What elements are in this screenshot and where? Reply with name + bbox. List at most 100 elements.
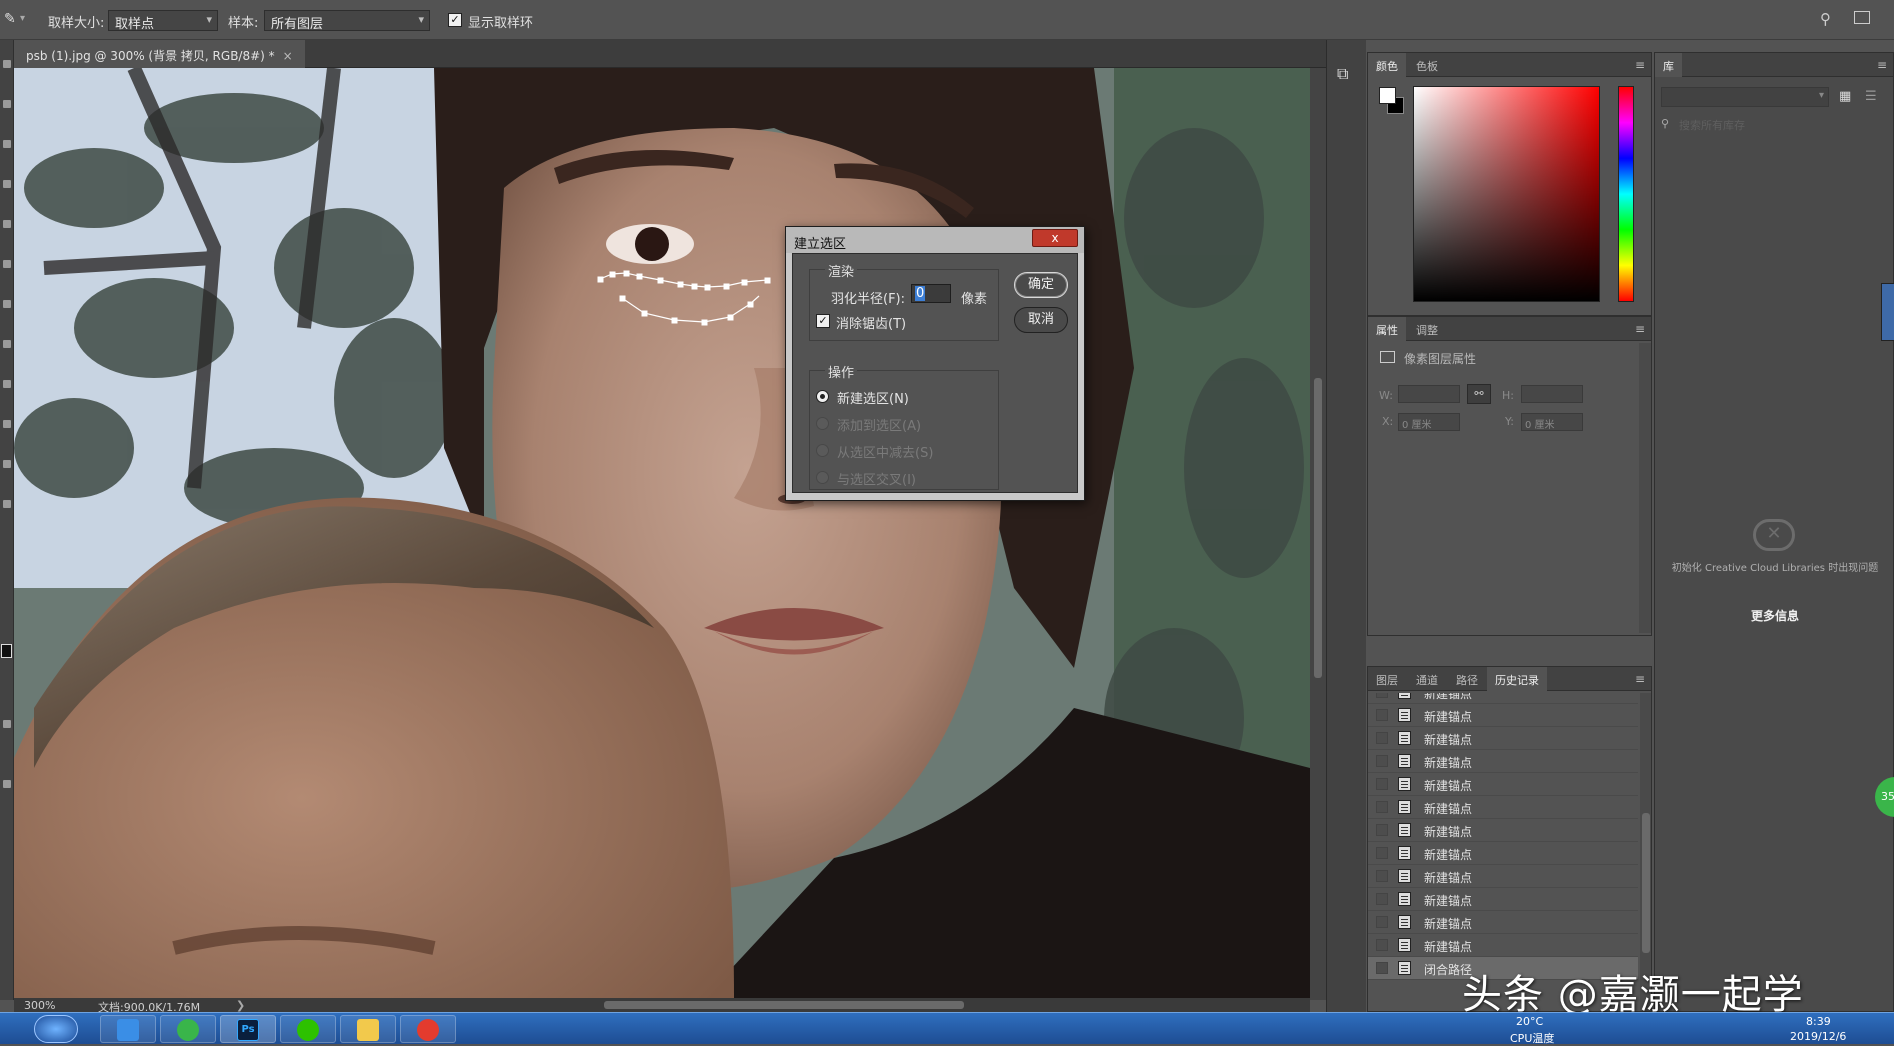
tool-icon[interactable] bbox=[3, 140, 11, 148]
history-brush-checkbox[interactable] bbox=[1376, 847, 1388, 859]
panel-scrollbar[interactable] bbox=[1639, 343, 1651, 633]
badge-bubble[interactable]: 35 bbox=[1875, 777, 1894, 817]
history-item[interactable]: 新建锚点 bbox=[1368, 934, 1638, 957]
tab-library[interactable]: 库 bbox=[1655, 53, 1682, 77]
tool-icon[interactable] bbox=[3, 500, 11, 508]
tab-properties[interactable]: 属性 bbox=[1368, 317, 1406, 341]
history-brush-checkbox[interactable] bbox=[1376, 693, 1388, 698]
history-brush-checkbox[interactable] bbox=[1376, 824, 1388, 836]
grid-view-icon[interactable]: ▦ bbox=[1839, 89, 1851, 104]
history-brush-checkbox[interactable] bbox=[1376, 801, 1388, 813]
start-button[interactable] bbox=[34, 1015, 78, 1043]
history-item[interactable]: 新建锚点 bbox=[1368, 773, 1638, 796]
history-brush-checkbox[interactable] bbox=[1376, 778, 1388, 790]
scrollbar-thumb[interactable] bbox=[1314, 378, 1322, 678]
ok-button[interactable]: 确定 bbox=[1014, 272, 1068, 298]
history-item[interactable]: 新建锚点 bbox=[1368, 819, 1638, 842]
foreground-color-swatch[interactable] bbox=[1379, 87, 1396, 104]
color-field[interactable] bbox=[1413, 86, 1600, 302]
y-field[interactable]: 0 厘米 bbox=[1521, 413, 1583, 431]
panel-menu-icon[interactable]: ≡ bbox=[1635, 58, 1645, 72]
tool-icon[interactable] bbox=[3, 260, 11, 268]
zoom-level[interactable]: 300% bbox=[24, 999, 55, 1012]
tool-preset-chevron-icon[interactable]: ▾ bbox=[20, 13, 25, 24]
workspace-icon[interactable] bbox=[1854, 11, 1870, 24]
link-icon[interactable]: ⚯ bbox=[1467, 384, 1491, 404]
sample-size-select[interactable]: 取样点 ▾ bbox=[108, 10, 218, 32]
tool-icon[interactable] bbox=[3, 300, 11, 308]
taskbar-photoshop-button[interactable]: Ps bbox=[220, 1015, 276, 1043]
history-brush-checkbox[interactable] bbox=[1376, 893, 1388, 905]
layer-comps-icon[interactable]: ⧉ bbox=[1337, 64, 1348, 84]
new-selection-radio[interactable] bbox=[816, 390, 829, 403]
panel-menu-icon[interactable]: ≡ bbox=[1635, 322, 1645, 336]
tool-icon[interactable] bbox=[3, 380, 11, 388]
canvas[interactable] bbox=[14, 68, 1310, 998]
history-item[interactable]: 新建锚点 bbox=[1368, 911, 1638, 934]
antialias-checkbox[interactable]: ✓ bbox=[816, 314, 830, 328]
history-brush-checkbox[interactable] bbox=[1376, 962, 1388, 974]
panel-menu-icon[interactable]: ≡ bbox=[1635, 672, 1645, 686]
clock-date[interactable]: 2019/12/6 bbox=[1790, 1030, 1846, 1043]
tab-color[interactable]: 颜色 bbox=[1368, 53, 1406, 77]
library-search-input[interactable]: 搜索所有库存 bbox=[1679, 117, 1745, 133]
history-item[interactable]: 新建锚点 bbox=[1368, 704, 1638, 727]
vertical-scrollbar[interactable] bbox=[1310, 68, 1326, 1000]
history-brush-checkbox[interactable] bbox=[1376, 709, 1388, 721]
show-ring-checkbox[interactable]: ✓ bbox=[448, 13, 462, 27]
tool-icon[interactable] bbox=[3, 220, 11, 228]
tab-paths[interactable]: 路径 bbox=[1448, 667, 1486, 691]
taskbar-app-button[interactable] bbox=[340, 1015, 396, 1043]
clock-time[interactable]: 8:39 bbox=[1806, 1015, 1831, 1028]
tool-icon[interactable] bbox=[3, 780, 11, 788]
tool-icon[interactable] bbox=[3, 100, 11, 108]
history-item[interactable]: 新建锚点 bbox=[1368, 693, 1638, 704]
hue-slider[interactable] bbox=[1618, 86, 1634, 302]
history-brush-checkbox[interactable] bbox=[1376, 732, 1388, 744]
tool-icon[interactable] bbox=[3, 720, 11, 728]
history-brush-checkbox[interactable] bbox=[1376, 939, 1388, 951]
tool-icon[interactable] bbox=[3, 60, 11, 68]
history-brush-checkbox[interactable] bbox=[1376, 916, 1388, 928]
history-item[interactable]: 新建锚点 bbox=[1368, 842, 1638, 865]
foreground-color-swatch[interactable] bbox=[1, 644, 12, 658]
eyedropper-tool-icon[interactable]: ✎ bbox=[4, 11, 16, 27]
history-item[interactable]: 新建锚点 bbox=[1368, 727, 1638, 750]
width-field[interactable] bbox=[1398, 385, 1460, 403]
height-field[interactable] bbox=[1521, 385, 1583, 403]
taskbar-app-button[interactable] bbox=[280, 1015, 336, 1043]
library-select[interactable]: ▾ bbox=[1661, 87, 1829, 107]
sample-select[interactable]: 所有图层 ▾ bbox=[264, 10, 430, 32]
cancel-button[interactable]: 取消 bbox=[1014, 307, 1068, 333]
taskbar-app-button[interactable] bbox=[400, 1015, 456, 1043]
scrollbar-thumb[interactable] bbox=[1642, 813, 1650, 953]
more-info-link[interactable]: 更多信息 bbox=[1669, 607, 1881, 624]
history-brush-checkbox[interactable] bbox=[1376, 755, 1388, 767]
tool-icon[interactable] bbox=[3, 460, 11, 468]
dialog-titlebar[interactable]: 建立选区 x bbox=[786, 227, 1084, 253]
tab-history[interactable]: 历史记录 bbox=[1487, 667, 1547, 691]
history-item[interactable]: 新建锚点 bbox=[1368, 750, 1638, 773]
close-icon[interactable]: × bbox=[283, 49, 293, 63]
tool-icon[interactable] bbox=[3, 340, 11, 348]
status-arrow-icon[interactable]: ❯ bbox=[236, 999, 245, 1012]
tool-icon[interactable] bbox=[3, 180, 11, 188]
history-brush-checkbox[interactable] bbox=[1376, 870, 1388, 882]
tab-channels[interactable]: 通道 bbox=[1408, 667, 1446, 691]
history-item[interactable]: 新建锚点 bbox=[1368, 865, 1638, 888]
dialog-close-button[interactable]: x bbox=[1032, 229, 1078, 247]
x-field[interactable]: 0 厘米 bbox=[1398, 413, 1460, 431]
side-tab[interactable] bbox=[1881, 283, 1894, 341]
taskbar-app-button[interactable] bbox=[100, 1015, 156, 1043]
tool-icon[interactable] bbox=[3, 420, 11, 428]
document-tab[interactable]: psb (1).jpg @ 300% (背景 拷贝, RGB/8#) * × bbox=[14, 40, 305, 68]
list-view-icon[interactable]: ☰ bbox=[1865, 89, 1877, 104]
taskbar-app-button[interactable] bbox=[160, 1015, 216, 1043]
tab-adjustments[interactable]: 调整 bbox=[1408, 317, 1446, 341]
tab-swatches[interactable]: 色板 bbox=[1408, 53, 1446, 77]
history-item[interactable]: 新建锚点 bbox=[1368, 796, 1638, 819]
search-icon[interactable]: ⚲ bbox=[1820, 10, 1831, 28]
feather-input[interactable]: 0 bbox=[911, 284, 951, 303]
history-item[interactable]: 新建锚点 bbox=[1368, 888, 1638, 911]
tab-layers[interactable]: 图层 bbox=[1368, 667, 1406, 691]
